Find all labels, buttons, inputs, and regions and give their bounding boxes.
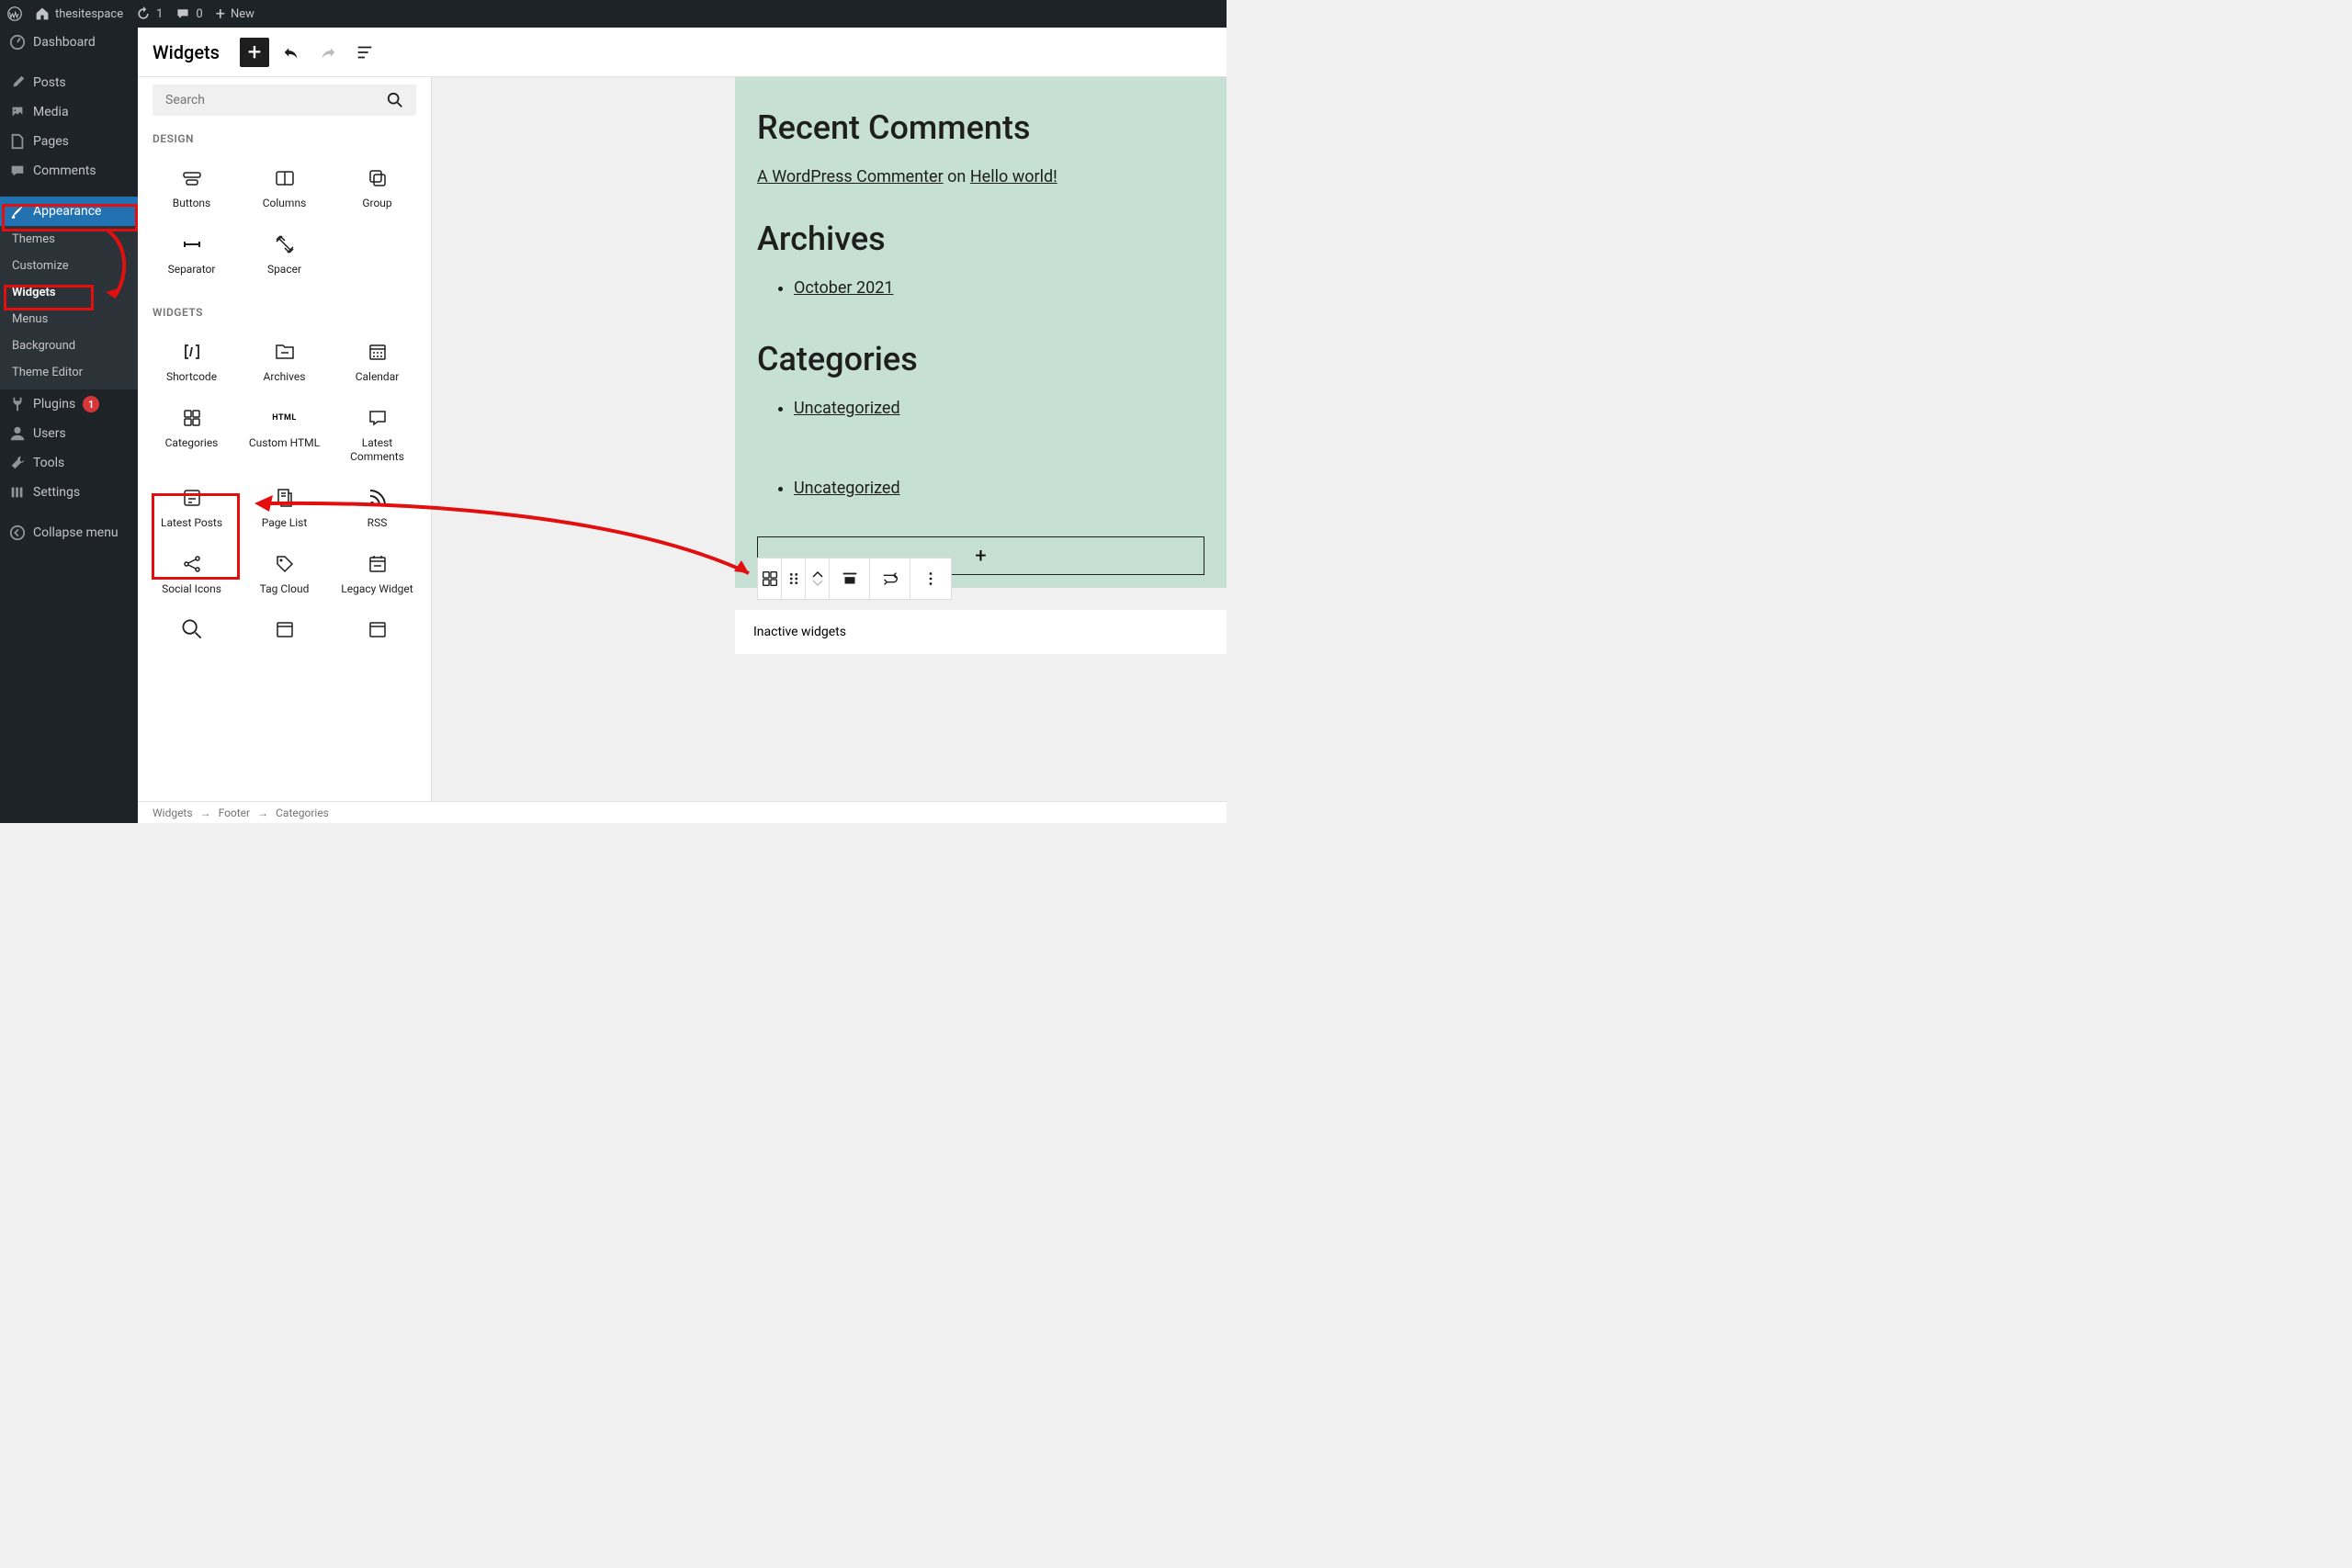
- category-link-2[interactable]: Uncategorized: [794, 479, 900, 498]
- editor-header: Widgets +: [138, 28, 1227, 77]
- archives-heading: Archives: [757, 220, 1204, 258]
- block-latest-comments[interactable]: Latest Comments: [331, 394, 424, 474]
- page-title: Widgets: [153, 41, 220, 63]
- block-buttons[interactable]: Buttons: [145, 154, 238, 220]
- block-separator[interactable]: Separator: [145, 220, 238, 287]
- block-page-list[interactable]: Page List: [238, 474, 331, 540]
- plugins-badge: 1: [83, 396, 99, 412]
- toolbar-block-type[interactable]: [758, 558, 782, 599]
- breadcrumb-area[interactable]: Footer: [219, 807, 251, 819]
- toolbar-transform[interactable]: [870, 558, 910, 599]
- block-cal3[interactable]: [331, 605, 424, 657]
- list-view-button[interactable]: [350, 38, 379, 67]
- site-home[interactable]: thesitespace: [35, 6, 123, 21]
- block-toolbar: [757, 558, 952, 600]
- archive-link[interactable]: October 2021: [794, 278, 893, 298]
- admin-sidebar: Dashboard Posts Media Pages Comments App…: [0, 28, 138, 823]
- undo-button[interactable]: [277, 38, 306, 67]
- block-rss[interactable]: RSS: [331, 474, 424, 540]
- new-content[interactable]: +New: [216, 5, 254, 24]
- breadcrumb-root[interactable]: Widgets: [153, 807, 193, 819]
- editor-canvas: Recent Comments A WordPress Commenter on…: [432, 77, 1227, 801]
- appearance-submenu: Themes Customize Widgets Menus Backgroun…: [0, 226, 138, 389]
- commenter-link[interactable]: A WordPress Commenter: [757, 167, 944, 186]
- sidebar-item-appearance[interactable]: Appearance: [0, 197, 138, 226]
- block-cal2[interactable]: [238, 605, 331, 657]
- block-social-icons[interactable]: Social Icons: [145, 540, 238, 606]
- search-input[interactable]: [165, 93, 387, 107]
- category-widgets: WIDGETS: [138, 300, 431, 324]
- block-search[interactable]: [145, 605, 238, 657]
- sidebar-sub-themes[interactable]: Themes: [0, 226, 138, 253]
- block-columns[interactable]: Columns: [238, 154, 331, 220]
- block-breadcrumb: Widgets→ Footer→ Categories: [138, 801, 1227, 823]
- block-spacer[interactable]: Spacer: [238, 220, 331, 287]
- add-block-button[interactable]: +: [240, 38, 269, 67]
- toolbar-more[interactable]: [910, 558, 951, 599]
- updates[interactable]: 1: [136, 6, 163, 21]
- sidebar-item-posts[interactable]: Posts: [0, 68, 138, 97]
- toolbar-drag-handle[interactable]: [782, 558, 806, 599]
- inactive-widgets-area[interactable]: Inactive widgets: [735, 610, 1227, 654]
- block-custom-html[interactable]: HTMLCustom HTML: [238, 394, 331, 474]
- block-inserter: DESIGN Buttons Columns Group Separator S…: [138, 77, 432, 801]
- inserter-search[interactable]: [153, 85, 416, 116]
- comments-count[interactable]: 0: [175, 6, 202, 21]
- sidebar-item-media[interactable]: Media: [0, 97, 138, 127]
- categories-heading: Categories: [757, 340, 1204, 378]
- wp-logo[interactable]: [7, 6, 22, 21]
- block-archives[interactable]: Archives: [238, 328, 331, 394]
- sidebar-item-dashboard[interactable]: Dashboard: [0, 28, 138, 57]
- block-calendar[interactable]: Calendar: [331, 328, 424, 394]
- category-link-1[interactable]: Uncategorized: [794, 399, 900, 418]
- block-categories[interactable]: Categories: [145, 394, 238, 474]
- widget-area-footer: Recent Comments A WordPress Commenter on…: [735, 77, 1227, 588]
- block-group[interactable]: Group: [331, 154, 424, 220]
- category-design: DESIGN: [138, 127, 431, 151]
- search-icon: [387, 92, 403, 108]
- sidebar-item-users[interactable]: Users: [0, 419, 138, 448]
- sidebar-item-plugins[interactable]: Plugins1: [0, 389, 138, 419]
- redo-button[interactable]: [313, 38, 343, 67]
- breadcrumb-block[interactable]: Categories: [276, 807, 329, 819]
- recent-comment-item: A WordPress Commenter on Hello world!: [757, 167, 1204, 186]
- recent-comments-heading: Recent Comments: [757, 108, 1204, 147]
- sidebar-item-pages[interactable]: Pages: [0, 127, 138, 156]
- sidebar-sub-widgets[interactable]: Widgets: [0, 279, 138, 306]
- sidebar-collapse[interactable]: Collapse menu: [0, 518, 138, 547]
- block-latest-posts[interactable]: Latest Posts: [145, 474, 238, 540]
- sidebar-item-comments[interactable]: Comments: [0, 156, 138, 186]
- sidebar-sub-menus[interactable]: Menus: [0, 306, 138, 333]
- block-legacy-widget[interactable]: Legacy Widget: [331, 540, 424, 606]
- post-link[interactable]: Hello world!: [970, 167, 1057, 186]
- admin-bar: thesitespace 1 0 +New: [0, 0, 1227, 28]
- block-tag-cloud[interactable]: Tag Cloud: [238, 540, 331, 606]
- sidebar-sub-background[interactable]: Background: [0, 333, 138, 359]
- toolbar-align[interactable]: [830, 558, 870, 599]
- sidebar-sub-theme-editor[interactable]: Theme Editor: [0, 359, 138, 386]
- block-shortcode[interactable]: Shortcode: [145, 328, 238, 394]
- toolbar-mover[interactable]: [806, 558, 830, 599]
- sidebar-item-settings[interactable]: Settings: [0, 478, 138, 507]
- sidebar-item-tools[interactable]: Tools: [0, 448, 138, 478]
- sidebar-sub-customize[interactable]: Customize: [0, 253, 138, 279]
